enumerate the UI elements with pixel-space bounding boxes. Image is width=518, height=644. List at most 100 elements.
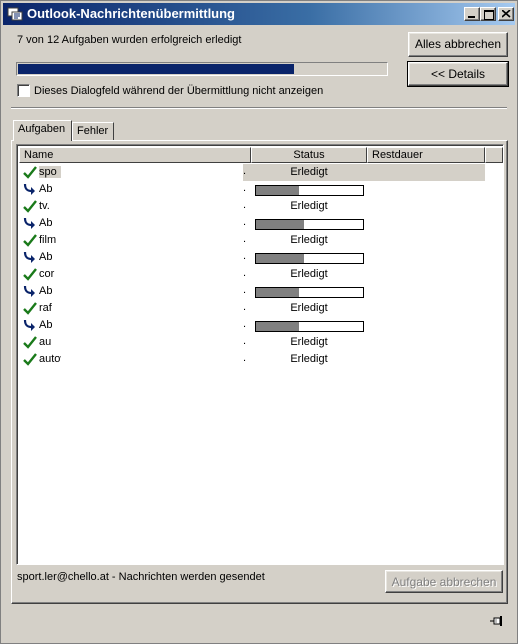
arrow-icon [23,319,37,332]
truncation-dot: . [243,318,247,330]
current-account-status: sport.ler@chello.at - Nachrichten werden… [17,571,265,583]
task-progress-fill [256,186,299,195]
hide-dialog-option[interactable]: Dieses Dialogfeld während der Übermittlu… [17,84,323,97]
task-status: Erledigt [290,166,328,178]
column-header-status[interactable]: Status [251,147,367,163]
redaction-mask [63,266,243,283]
redaction-mask [63,181,243,198]
task-name: Ab [39,183,53,195]
close-button[interactable] [498,7,514,21]
redaction-mask [63,232,243,249]
separator [11,107,507,109]
check-icon [23,268,37,281]
cancel-task-button: Aufgabe abbrechen [385,570,503,593]
truncation-dot: . [243,199,247,211]
truncation-dot: . [243,284,247,296]
task-row[interactable]: Ab. [19,249,503,266]
minimize-button[interactable] [464,7,480,21]
redaction-mask [63,317,243,334]
truncation-dot: . [243,165,247,177]
check-icon [23,200,37,213]
task-name: spo [39,166,61,178]
hide-dialog-label: Dieses Dialogfeld während der Übermittlu… [34,85,324,97]
task-name: tv. [39,200,50,212]
task-name: Ab [39,217,53,229]
task-progress-bar [255,287,364,298]
task-name: au [39,336,52,348]
pin-icon[interactable] [489,613,505,629]
task-status: Erledigt [290,200,328,212]
tab-tasks[interactable]: Aufgaben [13,120,72,141]
truncation-dot: . [243,233,247,245]
task-row[interactable]: autoweit@chello.at - Nachrichten werden.… [19,351,503,368]
task-row[interactable]: cor. Erledigt [19,266,503,283]
arrow-icon [23,285,37,298]
task-name: autoweit@chello.at - Nachrichten werden.… [39,353,61,365]
cancel-all-button[interactable]: Alles abbrechen [408,32,508,57]
task-progress-bar [255,321,364,332]
task-name: Ab [39,251,53,263]
outlook-send-receive-dialog: Outlook-Nachrichtenübermittlung 7 von 12… [0,0,518,644]
check-icon [23,353,37,366]
overall-progress-fill [18,64,294,74]
task-name: cor [39,268,55,280]
task-list-header: Name Status Restdauer [19,147,503,163]
task-row[interactable]: au. Erledigt [19,334,503,351]
check-icon [23,302,37,315]
task-row[interactable]: tv.. Erledigt [19,198,503,215]
title-bar[interactable]: Outlook-Nachrichtenübermittlung [3,3,515,25]
send-receive-icon [7,6,23,22]
task-status: Erledigt [290,336,328,348]
truncation-dot: . [243,301,247,313]
close-icon [502,10,511,18]
task-progress-bar [255,253,364,264]
task-row[interactable]: spo. Erledigt [19,164,503,181]
details-toggle-button[interactable]: << Details [407,61,509,87]
task-status: Erledigt [290,234,328,246]
task-name: film [39,234,57,246]
redaction-mask [63,300,243,317]
task-progress-bar [255,185,364,196]
task-progress-fill [256,254,304,263]
task-progress-fill [256,220,304,229]
task-progress-fill [256,322,299,331]
check-icon [23,166,37,179]
truncation-dot: . [243,216,247,228]
task-status: Erledigt [290,353,328,365]
task-name: Ab [39,285,53,297]
task-row[interactable]: film. Erledigt [19,232,503,249]
hide-dialog-checkbox[interactable] [17,84,30,97]
truncation-dot: . [243,335,247,347]
task-row[interactable]: Ab. [19,283,503,300]
column-header-name[interactable]: Name [19,147,251,163]
arrow-icon [23,217,37,230]
arrow-icon [23,183,37,196]
truncation-dot: . [243,250,247,262]
truncation-dot: . [243,267,247,279]
redaction-mask [63,164,243,181]
truncation-dot: . [243,182,247,194]
overall-progress-bar [16,62,388,76]
redaction-mask [63,334,243,351]
column-header-filler [485,147,503,163]
task-row[interactable]: raf. Erledigt [19,300,503,317]
column-header-remaining[interactable]: Restdauer [367,147,485,163]
completion-status: 7 von 12 Aufgaben wurden erfolgreich erl… [17,34,242,46]
arrow-icon [23,251,37,264]
redaction-mask [63,283,243,300]
tab-errors[interactable]: Fehler [72,122,114,140]
task-name: Ab [39,319,53,331]
task-progress-fill [256,288,299,297]
redaction-mask [63,351,243,368]
check-icon [23,336,37,349]
task-row[interactable]: Ab. [19,317,503,334]
task-list[interactable]: Name Status Restdauer spo. Erledigt Ab. tv.… [16,144,504,565]
truncation-dot: . [243,352,247,364]
task-row[interactable]: Ab. [19,215,503,232]
redaction-mask [63,215,243,232]
redaction-mask [63,198,243,215]
maximize-button[interactable] [480,7,496,21]
window-title: Outlook-Nachrichtenübermittlung [27,6,235,21]
task-row[interactable]: Ab. [19,181,503,198]
task-status: Erledigt [290,268,328,280]
